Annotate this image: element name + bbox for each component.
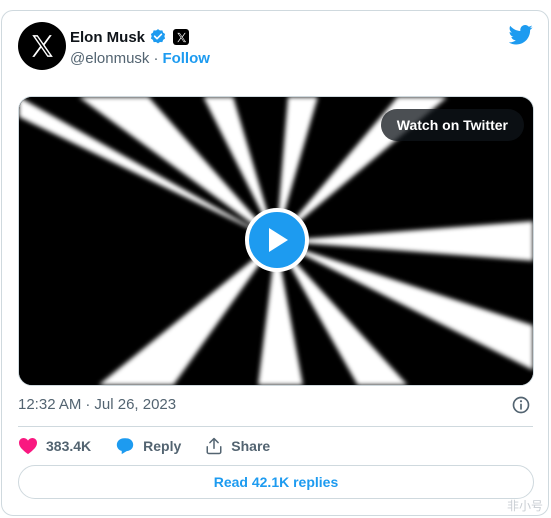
share-icon	[206, 437, 222, 455]
share-button[interactable]: Share	[205, 437, 270, 455]
separator-dot: ·	[85, 396, 91, 413]
watermark: 非小号	[506, 499, 543, 513]
video-player[interactable]: Watch on Twitter	[18, 96, 534, 386]
reply-button[interactable]: Reply	[115, 437, 181, 455]
x-affiliation-icon[interactable]	[173, 29, 190, 45]
handle-row: @elonmusk · Follow	[70, 50, 210, 67]
reply-label: Reply	[143, 438, 182, 454]
read-replies-button[interactable]: Read 42.1K replies	[18, 465, 534, 499]
verified-badge-icon	[150, 29, 166, 44]
reply-bubble-icon	[116, 438, 134, 455]
avatar[interactable]	[18, 22, 66, 70]
timestamp[interactable]: 12:32 AM · Jul 26, 2023	[18, 396, 176, 413]
tweet-date: Jul 26, 2023	[94, 396, 177, 413]
author-handle[interactable]: @elonmusk	[70, 50, 149, 67]
tweet-actions: 383.4K Reply Share	[18, 436, 294, 456]
tweet-time: 12:32 AM	[18, 396, 82, 413]
watch-on-twitter-button[interactable]: Watch on Twitter	[380, 109, 524, 141]
share-label: Share	[231, 438, 271, 454]
play-button[interactable]	[245, 208, 309, 272]
author-name-row: Elon Musk	[70, 27, 190, 47]
like-count: 383.4K	[46, 438, 92, 454]
play-icon	[269, 228, 288, 252]
follow-button[interactable]: Follow	[162, 50, 210, 67]
info-icon[interactable]	[511, 395, 531, 415]
divider	[18, 426, 533, 427]
x-logo-icon	[32, 35, 53, 57]
author-name[interactable]: Elon Musk	[70, 29, 145, 46]
twitter-bird-icon[interactable]	[509, 25, 533, 45]
heart-icon	[19, 437, 37, 455]
like-button[interactable]: 383.4K	[18, 437, 91, 455]
separator-dot: ·	[153, 50, 159, 67]
